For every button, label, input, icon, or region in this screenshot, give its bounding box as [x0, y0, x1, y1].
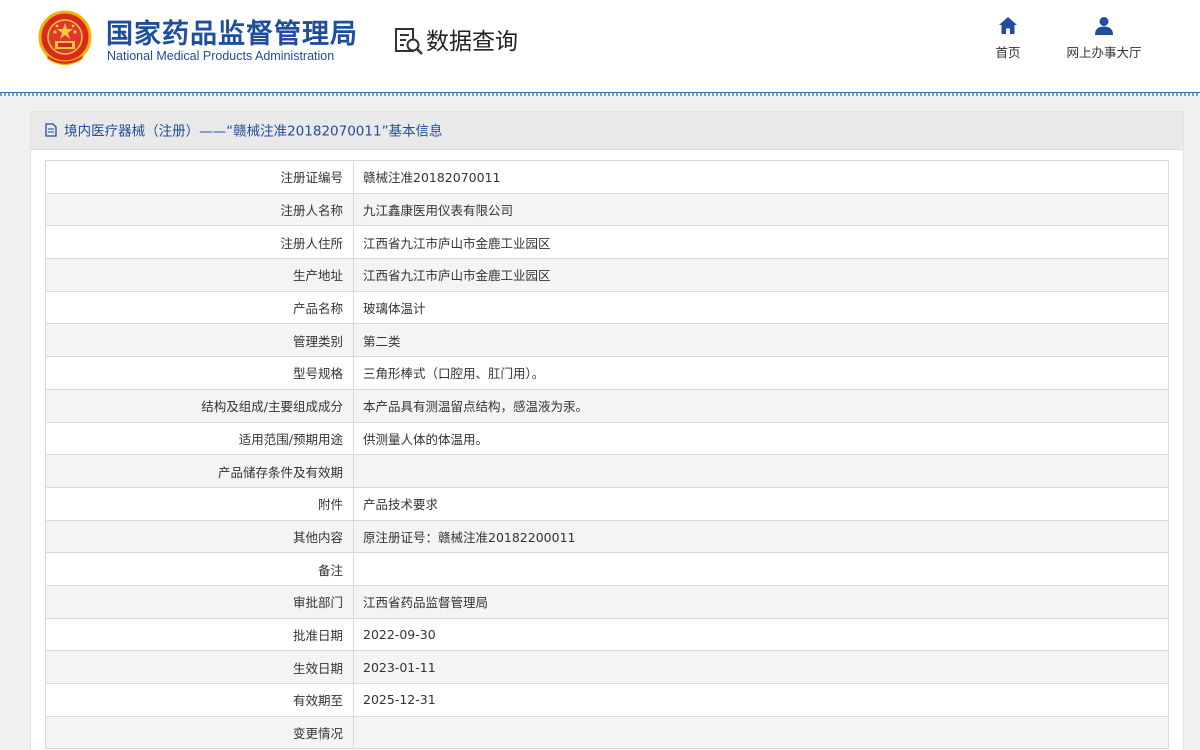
table-row: 生产地址 江西省九江市庐山市金鹿工业园区: [45, 258, 1169, 292]
header-divider: [0, 92, 1200, 96]
field-value: 第二类: [353, 323, 1169, 358]
table-row: 生效日期 2023-01-11: [45, 650, 1169, 684]
field-value: 三角形棒式（口腔用、肛门用）。: [353, 356, 1169, 390]
nav-online-office-link[interactable]: 网上办事大厅: [1058, 16, 1150, 61]
field-value: 玻璃体温计: [353, 290, 1169, 325]
table-row: 备注: [45, 552, 1169, 586]
field-value: 产品技术要求: [353, 486, 1169, 521]
field-value: 江西省九江市庐山市金鹿工业园区: [353, 258, 1169, 292]
document-icon: [45, 123, 57, 137]
field-value: [353, 552, 1169, 586]
field-label: 管理类别: [45, 323, 354, 358]
field-value: 2023-01-11: [353, 650, 1169, 684]
table-row: 有效期至 2025-12-31: [45, 683, 1169, 717]
table-row: 审批部门 江西省药品监督管理局: [45, 584, 1169, 619]
detail-panel: 境内医疗器械（注册）——“赣械注准20182070011”基本信息 注册证编号赣…: [30, 111, 1184, 750]
field-value: 2025-12-31: [353, 683, 1169, 717]
field-label: 注册人名称: [45, 192, 354, 227]
table-row: 注册人住所 江西省九江市庐山市金鹿工业园区: [45, 225, 1169, 260]
field-label: 其他内容: [45, 519, 354, 554]
field-label: 注册人住所: [45, 225, 354, 260]
table-row: 附件 产品技术要求: [45, 486, 1169, 521]
table-row: 变更情况: [45, 715, 1169, 750]
panel-title: 境内医疗器械（注册）——“赣械注准20182070011”基本信息: [64, 123, 443, 140]
table-row: 产品名称 玻璃体温计: [45, 290, 1169, 325]
page-title: 数据查询: [426, 29, 518, 55]
field-value: [353, 715, 1169, 750]
field-value: 2022-09-30: [353, 617, 1169, 652]
field-value: 九江鑫康医用仪表有限公司: [353, 192, 1169, 227]
panel-header: 境内医疗器械（注册）——“赣械注准20182070011”基本信息: [31, 112, 1183, 150]
nav-online-office-label: 网上办事大厅: [1066, 45, 1142, 60]
field-label: 型号规格: [45, 356, 354, 390]
field-label: 生效日期: [45, 650, 354, 684]
field-label: 产品名称: [45, 290, 354, 325]
field-label: 产品储存条件及有效期: [45, 454, 354, 488]
org-name-en: National Medical Products Administration: [107, 49, 335, 63]
table-row: 注册证编号 赣械注准20182070011: [45, 160, 1169, 194]
field-label: 变更情况: [45, 715, 354, 750]
table-row: 批准日期 2022-09-30: [45, 617, 1169, 652]
field-label: 审批部门: [45, 584, 354, 619]
field-label: 结构及组成/主要组成成分: [45, 388, 354, 423]
field-label: 有效期至: [45, 683, 354, 717]
national-emblem-icon: [38, 10, 92, 66]
nav-home-link[interactable]: 首页: [988, 16, 1028, 61]
field-value: 江西省九江市庐山市金鹿工业园区: [353, 225, 1169, 260]
field-value: 供测量人体的体温用。: [353, 421, 1169, 456]
field-value: [353, 454, 1169, 488]
field-label: 适用范围/预期用途: [45, 421, 354, 456]
table-row: 型号规格 三角形棒式（口腔用、肛门用）。: [45, 356, 1169, 390]
field-label: 备注: [45, 552, 354, 586]
org-name-cn: 国家药品监督管理局: [106, 19, 358, 50]
user-icon: [1095, 17, 1113, 35]
detail-table: 注册证编号 赣械注准20182070011 注册人名称 九江鑫康医用仪表有限公司 注册人…: [45, 160, 1169, 750]
table-row: 其他内容 原注册证号：赣械注准20182200011: [45, 519, 1169, 554]
nav-home-label: 首页: [995, 45, 1021, 60]
field-label: 批准日期: [45, 617, 354, 652]
table-row: 适用范围/预期用途 供测量人体的体温用。: [45, 421, 1169, 456]
field-value: 江西省药品监督管理局: [353, 584, 1169, 619]
table-row: 管理类别 第二类: [45, 323, 1169, 358]
field-value: 赣械注准20182070011: [353, 160, 1169, 194]
document-search-icon: [395, 28, 423, 55]
field-value: 原注册证号：赣械注准20182200011: [353, 519, 1169, 554]
table-row: 产品储存条件及有效期: [45, 454, 1169, 488]
field-value: 本产品具有测温留点结构，感温液为汞。: [353, 388, 1169, 423]
table-row: 注册人名称 九江鑫康医用仪表有限公司: [45, 192, 1169, 227]
field-label: 生产地址: [45, 258, 354, 292]
table-row: 结构及组成/主要组成成分 本产品具有测温留点结构，感温液为汞。: [45, 388, 1169, 423]
home-icon: [999, 17, 1017, 34]
field-label: 附件: [45, 486, 354, 521]
site-header: 国家药品监督管理局 National Medical Products Admi…: [0, 0, 1200, 92]
field-label: 注册证编号: [45, 160, 354, 194]
